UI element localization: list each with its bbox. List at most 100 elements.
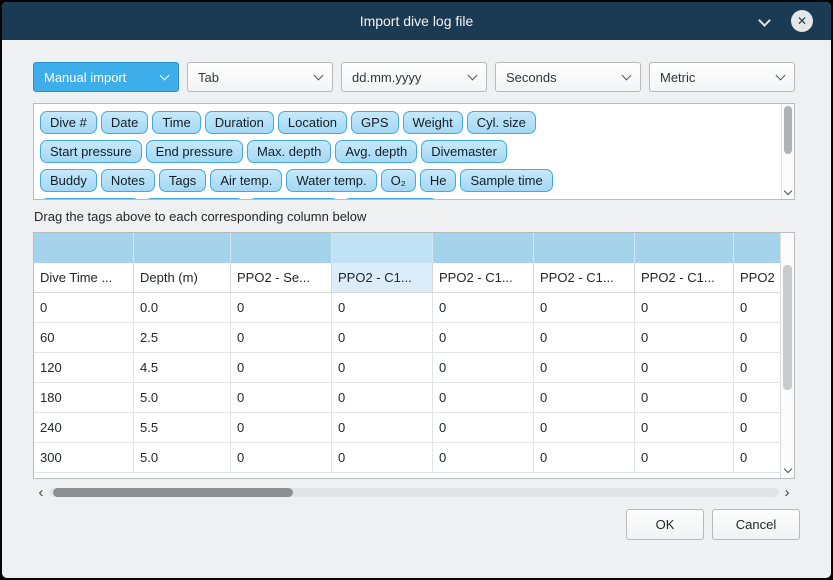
tag-time[interactable]: Time: [152, 111, 200, 134]
table-cell[interactable]: 0: [734, 293, 781, 323]
table-cell[interactable]: 0: [534, 353, 635, 383]
table-cell[interactable]: 0: [332, 443, 433, 473]
table-cell[interactable]: 0: [534, 383, 635, 413]
column-header[interactable]: Depth (m): [134, 263, 231, 292]
table-cell[interactable]: 0: [433, 353, 534, 383]
table-cell[interactable]: 5.5: [134, 413, 231, 443]
table-cell[interactable]: 0: [34, 293, 134, 323]
table-cell[interactable]: 0: [231, 443, 332, 473]
table-cell[interactable]: 0: [534, 443, 635, 473]
tag-date[interactable]: Date: [101, 111, 148, 134]
tag-cyl-size[interactable]: Cyl. size: [467, 111, 536, 134]
table-cell[interactable]: 0: [635, 353, 734, 383]
scroll-down-icon[interactable]: [784, 465, 792, 473]
column-header[interactable]: PPO2 - C1...: [433, 263, 534, 292]
titlebar[interactable]: Import dive log file ✕: [2, 2, 831, 40]
table-cell[interactable]: 0: [734, 323, 781, 353]
drop-target-cell[interactable]: [433, 233, 534, 263]
tag-sample-po[interactable]: Sample pO₂: [248, 198, 338, 200]
table-cell[interactable]: 0: [534, 323, 635, 353]
table-cell[interactable]: 240: [34, 413, 134, 443]
drop-target-cell[interactable]: [534, 233, 635, 263]
tag-divemaster[interactable]: Divemaster: [421, 140, 507, 163]
tag-sample-depth[interactable]: Sample depth: [40, 198, 140, 200]
tagpool-vertical-scrollbar[interactable]: [781, 104, 794, 199]
table-cell[interactable]: 0: [433, 293, 534, 323]
table-cell[interactable]: 5.0: [134, 383, 231, 413]
table-cell[interactable]: 0: [534, 293, 635, 323]
tag-water-temp[interactable]: Water temp.: [286, 169, 376, 192]
table-cell[interactable]: 0: [734, 413, 781, 443]
scrollbar-handle[interactable]: [784, 106, 792, 154]
tag-location[interactable]: Location: [278, 111, 347, 134]
table-cell[interactable]: 5.0: [134, 443, 231, 473]
table-cell[interactable]: 0: [231, 413, 332, 443]
scrollbar-handle[interactable]: [53, 488, 293, 497]
tag-notes[interactable]: Notes: [101, 169, 155, 192]
tag-sample-time[interactable]: Sample time: [460, 169, 552, 192]
combo-units-system[interactable]: Metric: [649, 62, 795, 92]
scrollbar-track[interactable]: [49, 488, 779, 497]
table-cell[interactable]: 0: [332, 293, 433, 323]
drop-target-cell[interactable]: [734, 233, 781, 263]
drop-target-cell[interactable]: [635, 233, 734, 263]
drop-target-cell[interactable]: [134, 233, 231, 263]
tag-tags[interactable]: Tags: [159, 169, 206, 192]
tag-max-depth[interactable]: Max. depth: [247, 140, 331, 163]
column-header[interactable]: Dive Time ...: [34, 263, 134, 292]
ok-button[interactable]: OK: [626, 509, 704, 540]
table-cell[interactable]: 0: [332, 353, 433, 383]
tag-air-temp[interactable]: Air temp.: [210, 169, 282, 192]
scroll-left-icon[interactable]: ‹: [33, 486, 49, 500]
scroll-down-icon[interactable]: [784, 187, 792, 195]
scrollbar-handle[interactable]: [783, 265, 792, 390]
drop-target-cell[interactable]: [34, 233, 134, 263]
table-cell[interactable]: 0: [433, 413, 534, 443]
table-cell[interactable]: 0: [734, 443, 781, 473]
tag-o[interactable]: O₂: [381, 169, 416, 192]
tag-dive[interactable]: Dive #: [40, 111, 97, 134]
table-cell[interactable]: 0: [734, 383, 781, 413]
table-cell[interactable]: 4.5: [134, 353, 231, 383]
tag-duration[interactable]: Duration: [205, 111, 274, 134]
table-cell[interactable]: 300: [34, 443, 134, 473]
table-cell[interactable]: 0: [231, 293, 332, 323]
combo-field-separator[interactable]: Tab: [187, 62, 333, 92]
table-cell[interactable]: 0.0: [134, 293, 231, 323]
tag-start-pressure[interactable]: Start pressure: [40, 140, 142, 163]
table-cell[interactable]: 0: [332, 383, 433, 413]
column-header[interactable]: PPO2: [734, 263, 781, 292]
scroll-right-icon[interactable]: ›: [779, 486, 795, 500]
drop-target-cell[interactable]: [231, 233, 332, 263]
table-cell[interactable]: 0: [635, 443, 734, 473]
column-header[interactable]: PPO2 - C1...: [332, 263, 433, 292]
table-cell[interactable]: 0: [534, 413, 635, 443]
combo-time-units[interactable]: Seconds: [495, 62, 641, 92]
table-cell[interactable]: 0: [332, 413, 433, 443]
table-cell[interactable]: 0: [734, 353, 781, 383]
table-cell[interactable]: 60: [34, 323, 134, 353]
table-cell[interactable]: 2.5: [134, 323, 231, 353]
table-cell[interactable]: 180: [34, 383, 134, 413]
tag-end-pressure[interactable]: End pressure: [146, 140, 243, 163]
combo-date-format[interactable]: dd.mm.yyyy: [341, 62, 487, 92]
table-cell[interactable]: 0: [635, 413, 734, 443]
combo-import-type[interactable]: Manual import: [33, 62, 179, 92]
table-cell[interactable]: 0: [635, 293, 734, 323]
table-cell[interactable]: 0: [433, 443, 534, 473]
table-cell[interactable]: 0: [635, 323, 734, 353]
tag-gps[interactable]: GPS: [351, 111, 398, 134]
table-cell[interactable]: 0: [231, 383, 332, 413]
drop-target-cell[interactable]: [332, 233, 433, 263]
tag-avg-depth[interactable]: Avg. depth: [335, 140, 417, 163]
table-cell[interactable]: 0: [635, 383, 734, 413]
column-header[interactable]: PPO2 - C1...: [635, 263, 734, 292]
tag-sample-cns[interactable]: Sample CNS: [343, 198, 438, 200]
column-header[interactable]: PPO2 - C1...: [534, 263, 635, 292]
table-cell[interactable]: 0: [332, 323, 433, 353]
table-cell[interactable]: 0: [231, 323, 332, 353]
tag-he[interactable]: He: [420, 169, 457, 192]
table-cell[interactable]: 120: [34, 353, 134, 383]
tag-sample-temp[interactable]: Sample temp.: [144, 198, 244, 200]
close-button[interactable]: ✕: [791, 10, 813, 32]
